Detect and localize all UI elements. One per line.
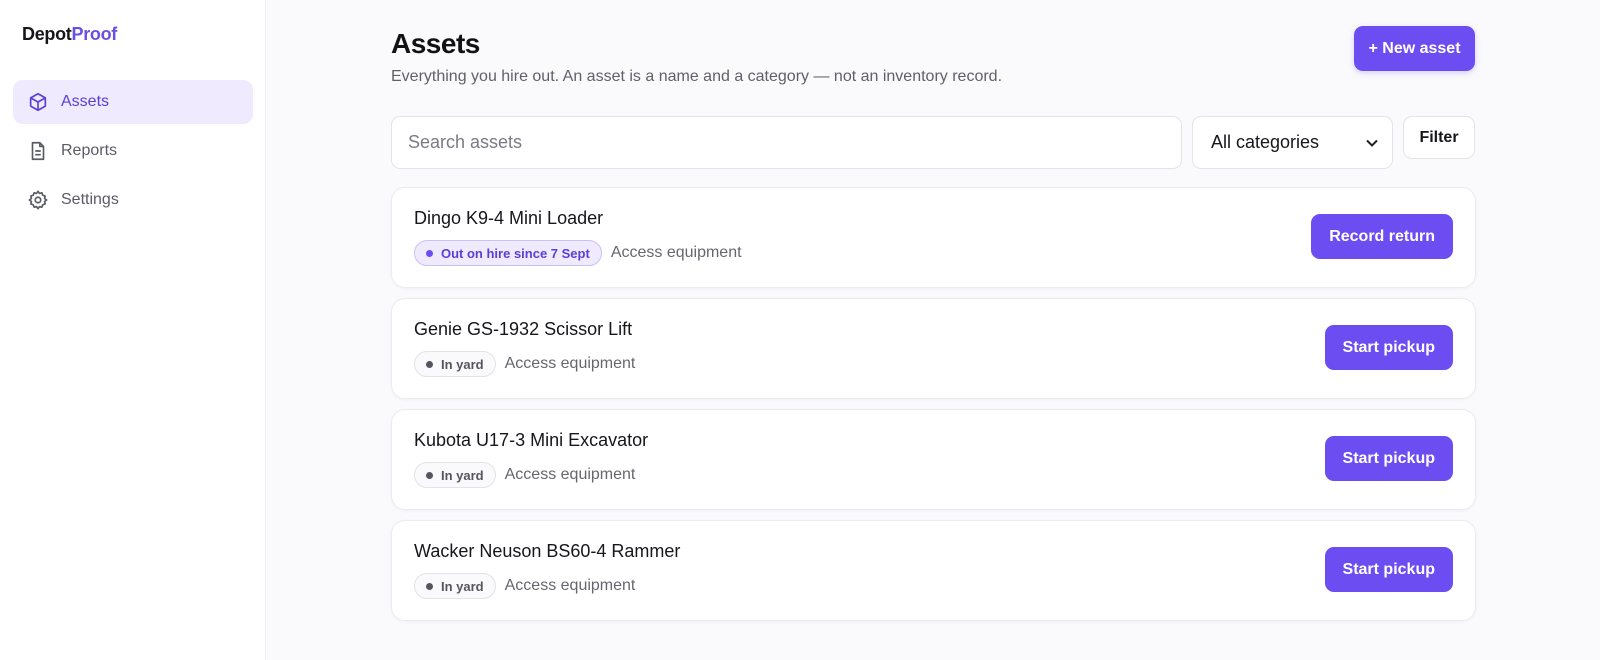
asset-meta: In yard Access equipment: [414, 573, 635, 599]
status-badge: Out on hire since 7 Sept: [414, 240, 602, 266]
sidebar-item-settings[interactable]: Settings: [13, 178, 253, 222]
sidebar-item-label: Assets: [61, 93, 110, 110]
gear-icon: [27, 189, 49, 211]
asset-meta: Out on hire since 7 Sept Access equipmen…: [414, 240, 742, 266]
chevron-down-icon: [1366, 135, 1378, 150]
page-title: Assets: [391, 28, 480, 59]
sidebar-item-reports[interactable]: Reports: [13, 129, 253, 173]
asset-meta: In yard Access equipment: [414, 462, 635, 488]
document-icon: [27, 140, 49, 162]
asset-name[interactable]: Wacker Neuson BS60-4 Rammer: [414, 541, 680, 562]
asset-category: Access equipment: [504, 577, 636, 594]
status-badge: In yard: [414, 462, 496, 488]
asset-name[interactable]: Dingo K9-4 Mini Loader: [414, 208, 603, 229]
asset-card: Genie GS-1932 Scissor Lift In yard Acces…: [391, 298, 1476, 399]
status-badge: In yard: [414, 351, 496, 377]
status-badge-label: In yard: [441, 356, 484, 372]
status-dot-icon: [426, 360, 433, 368]
status-badge-label: In yard: [441, 578, 484, 594]
sidebar-item-assets[interactable]: Assets: [13, 80, 253, 124]
asset-list: Dingo K9-4 Mini Loader Out on hire since…: [391, 187, 1476, 631]
sidebar-item-label: Reports: [61, 142, 118, 159]
sidebar-nav: Assets Reports Settings: [13, 80, 253, 227]
status-dot-icon: [426, 471, 433, 479]
asset-card: Dingo K9-4 Mini Loader Out on hire since…: [391, 187, 1476, 288]
asset-name[interactable]: Kubota U17-3 Mini Excavator: [414, 430, 648, 451]
brand-logo[interactable]: DepotProof: [22, 24, 117, 45]
asset-category: Access equipment: [610, 244, 742, 261]
asset-card: Wacker Neuson BS60-4 Rammer In yard Acce…: [391, 520, 1476, 621]
status-badge-label: Out on hire since 7 Sept: [441, 245, 590, 261]
asset-name[interactable]: Genie GS-1932 Scissor Lift: [414, 319, 632, 340]
search-input[interactable]: [391, 116, 1182, 169]
status-dot-icon: [426, 582, 433, 590]
box-icon: [27, 91, 49, 113]
brand-name-part2: Proof: [71, 24, 118, 44]
category-select[interactable]: All categories: [1192, 116, 1393, 169]
status-badge: In yard: [414, 573, 496, 599]
asset-category: Access equipment: [504, 466, 636, 483]
brand-name-part1: Depot: [22, 24, 72, 44]
asset-category: Access equipment: [504, 355, 636, 372]
start-pickup-button[interactable]: Start pickup: [1324, 325, 1453, 370]
status-badge-label: In yard: [441, 467, 484, 483]
new-asset-button[interactable]: + New asset: [1354, 26, 1475, 71]
filter-button[interactable]: Filter: [1403, 116, 1475, 159]
start-pickup-button[interactable]: Start pickup: [1324, 547, 1453, 592]
sidebar-item-label: Settings: [61, 191, 119, 208]
sidebar: DepotProof Assets Reports Settings: [0, 0, 266, 660]
record-return-button[interactable]: Record return: [1311, 214, 1453, 259]
category-select-value: All categories: [1211, 132, 1320, 152]
asset-meta: In yard Access equipment: [414, 351, 635, 377]
asset-card: Kubota U17-3 Mini Excavator In yard Acce…: [391, 409, 1476, 510]
status-dot-icon: [426, 249, 433, 257]
start-pickup-button[interactable]: Start pickup: [1324, 436, 1453, 481]
page-subtitle: Everything you hire out. An asset is a n…: [391, 68, 1003, 85]
